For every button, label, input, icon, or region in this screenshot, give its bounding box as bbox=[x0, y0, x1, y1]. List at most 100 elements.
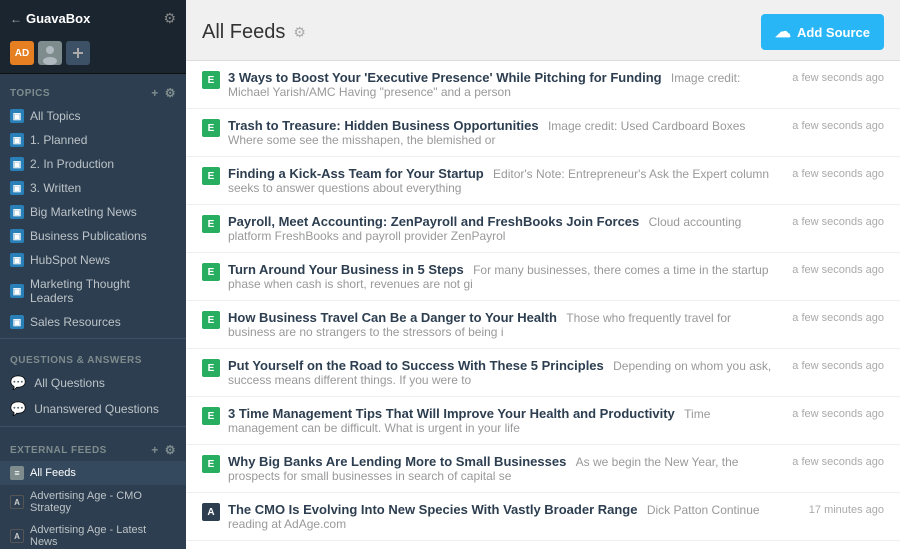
topic-icon: ▣ bbox=[10, 133, 24, 147]
topic-label: Marketing Thought Leaders bbox=[30, 277, 176, 305]
feed-item[interactable]: A The CMO Is Evolving Into New Species W… bbox=[186, 493, 900, 541]
feeds-actions[interactable]: + ⚙ bbox=[151, 443, 176, 457]
qa-label: QUESTIONS & ANSWERS bbox=[10, 355, 142, 366]
topics-actions[interactable]: + ⚙ bbox=[151, 86, 176, 100]
title-gear-icon[interactable]: ⚙ bbox=[293, 24, 306, 41]
feeds-list: ≡ All Feeds A Advertising Age - CMO Stra… bbox=[0, 461, 186, 549]
app-name: GuavaBox bbox=[26, 11, 90, 26]
feed-item[interactable]: E How Business Travel Can Be a Danger to… bbox=[186, 301, 900, 349]
qa-item-all-questions[interactable]: 💬 All Questions bbox=[0, 370, 186, 396]
topic-icon: ▣ bbox=[10, 181, 24, 195]
main-title: All Feeds ⚙ bbox=[202, 21, 306, 44]
topic-label: 1. Planned bbox=[30, 133, 87, 147]
sidebar-item-1.-planned[interactable]: ▣ 1. Planned bbox=[0, 128, 186, 152]
feed-content: Trash to Treasure: Hidden Business Oppor… bbox=[228, 118, 776, 147]
feed-item-advertising-age---cmo-strategy[interactable]: A Advertising Age - CMO Strategy bbox=[0, 485, 186, 519]
topic-label: 3. Written bbox=[30, 181, 81, 195]
qa-label: All Questions bbox=[34, 376, 105, 390]
feed-item[interactable]: E Payroll, Meet Accounting: ZenPayroll a… bbox=[186, 205, 900, 253]
feed-time: a few seconds ago bbox=[784, 264, 884, 276]
add-source-button[interactable]: ☁ Add Source bbox=[761, 14, 884, 50]
feed-time: a few seconds ago bbox=[784, 360, 884, 372]
topics-gear-icon[interactable]: ⚙ bbox=[165, 86, 176, 100]
add-user-button[interactable] bbox=[66, 41, 90, 65]
sidebar-item-sales-resources[interactable]: ▣ Sales Resources bbox=[0, 310, 186, 334]
sidebar-item-marketing-thought-leaders[interactable]: ▣ Marketing Thought Leaders bbox=[0, 272, 186, 310]
topics-label: TOPICS bbox=[10, 88, 50, 99]
feed-item-advertising-age---latest-news[interactable]: A Advertising Age - Latest News bbox=[0, 519, 186, 549]
sidebar-item-big-marketing-news[interactable]: ▣ Big Marketing News bbox=[0, 200, 186, 224]
page-title: All Feeds bbox=[202, 21, 285, 44]
topic-icon: ▣ bbox=[10, 109, 24, 123]
topic-label: Sales Resources bbox=[30, 315, 121, 329]
feed-item[interactable]: E Trash to Treasure: Hidden Business Opp… bbox=[186, 109, 900, 157]
feed-title: Put Yourself on the Road to Success With… bbox=[228, 358, 604, 373]
sidebar-item-2.-in-production[interactable]: ▣ 2. In Production bbox=[0, 152, 186, 176]
feed-icon: E bbox=[202, 167, 220, 185]
feed-title: Finding a Kick-Ass Team for Your Startup bbox=[228, 166, 484, 181]
feed-title: Trash to Treasure: Hidden Business Oppor… bbox=[228, 118, 539, 133]
comment-icon: 💬 bbox=[10, 375, 26, 391]
feed-icon: E bbox=[202, 359, 220, 377]
feed-icon: A bbox=[202, 503, 220, 521]
avatar-ad[interactable]: AD bbox=[10, 41, 34, 65]
feed-content: Put Yourself on the Road to Success With… bbox=[228, 358, 776, 387]
qa-section-header: QUESTIONS & ANSWERS bbox=[0, 343, 186, 370]
comment-icon: 💬 bbox=[10, 401, 26, 417]
feed-item[interactable]: E Why Big Banks Are Lending More to Smal… bbox=[186, 445, 900, 493]
feed-content: 3 Time Management Tips That Will Improve… bbox=[228, 406, 776, 435]
feed-source-icon: A bbox=[10, 495, 24, 509]
feed-time: a few seconds ago bbox=[784, 408, 884, 420]
topics-add-icon[interactable]: + bbox=[151, 86, 159, 100]
feed-icon: E bbox=[202, 311, 220, 329]
topic-label: All Topics bbox=[30, 109, 80, 123]
feed-content: The CMO Is Evolving Into New Species Wit… bbox=[228, 502, 776, 531]
back-arrow[interactable]: ← bbox=[10, 12, 22, 26]
topics-section-header: TOPICS + ⚙ bbox=[0, 74, 186, 104]
feeds-add-icon[interactable]: + bbox=[151, 443, 159, 457]
feed-time: a few seconds ago bbox=[784, 168, 884, 180]
feed-title: Payroll, Meet Accounting: ZenPayroll and… bbox=[228, 214, 639, 229]
feed-time: a few seconds ago bbox=[784, 120, 884, 132]
topic-icon: ▣ bbox=[10, 284, 24, 298]
feeds-gear-icon[interactable]: ⚙ bbox=[165, 443, 176, 457]
topic-label: Business Publications bbox=[30, 229, 147, 243]
sidebar-header: ← GuavaBox ⚙ bbox=[0, 0, 186, 33]
feed-item[interactable]: E 3 Time Management Tips That Will Impro… bbox=[186, 397, 900, 445]
feed-title: 3 Ways to Boost Your 'Executive Presence… bbox=[228, 70, 662, 85]
topic-icon: ▣ bbox=[10, 315, 24, 329]
feed-icon: E bbox=[202, 407, 220, 425]
feed-content: Turn Around Your Business in 5 Steps For… bbox=[228, 262, 776, 291]
feed-time: a few seconds ago bbox=[784, 72, 884, 84]
feed-item[interactable]: DW The World Economic Forum: Do We Still… bbox=[186, 541, 900, 549]
feed-content: Why Big Banks Are Lending More to Small … bbox=[228, 454, 776, 483]
feed-item[interactable]: E Finding a Kick-Ass Team for Your Start… bbox=[186, 157, 900, 205]
feed-label: Advertising Age - CMO Strategy bbox=[30, 490, 176, 514]
feed-time: a few seconds ago bbox=[784, 456, 884, 468]
feed-content: How Business Travel Can Be a Danger to Y… bbox=[228, 310, 776, 339]
feed-content: Payroll, Meet Accounting: ZenPayroll and… bbox=[228, 214, 776, 243]
feed-item[interactable]: E Put Yourself on the Road to Success Wi… bbox=[186, 349, 900, 397]
sidebar: ← GuavaBox ⚙ AD TOPICS + ⚙ ▣ All Topics … bbox=[0, 0, 186, 549]
feed-title: Why Big Banks Are Lending More to Small … bbox=[228, 454, 566, 469]
feed-item[interactable]: E 3 Ways to Boost Your 'Executive Presen… bbox=[186, 61, 900, 109]
sidebar-gear-icon[interactable]: ⚙ bbox=[163, 10, 176, 27]
feed-item-all-feeds[interactable]: ≡ All Feeds bbox=[0, 461, 186, 485]
sidebar-item-3.-written[interactable]: ▣ 3. Written bbox=[0, 176, 186, 200]
qa-item-unanswered-questions[interactable]: 💬 Unanswered Questions bbox=[0, 396, 186, 422]
avatar-row: AD bbox=[0, 33, 186, 74]
sidebar-item-all-topics[interactable]: ▣ All Topics bbox=[0, 104, 186, 128]
feed-icon: E bbox=[202, 455, 220, 473]
feed-icon: E bbox=[202, 119, 220, 137]
feed-title: 3 Time Management Tips That Will Improve… bbox=[228, 406, 675, 421]
topic-icon: ▣ bbox=[10, 229, 24, 243]
sidebar-logo[interactable]: ← GuavaBox bbox=[10, 11, 90, 26]
sidebar-item-business-publications[interactable]: ▣ Business Publications bbox=[0, 224, 186, 248]
topic-label: HubSpot News bbox=[30, 253, 110, 267]
feed-label: Advertising Age - Latest News bbox=[30, 524, 176, 548]
avatar-photo[interactable] bbox=[38, 41, 62, 65]
feed-content: Finding a Kick-Ass Team for Your Startup… bbox=[228, 166, 776, 195]
topic-label: Big Marketing News bbox=[30, 205, 137, 219]
sidebar-item-hubspot-news[interactable]: ▣ HubSpot News bbox=[0, 248, 186, 272]
feed-item[interactable]: E Turn Around Your Business in 5 Steps F… bbox=[186, 253, 900, 301]
